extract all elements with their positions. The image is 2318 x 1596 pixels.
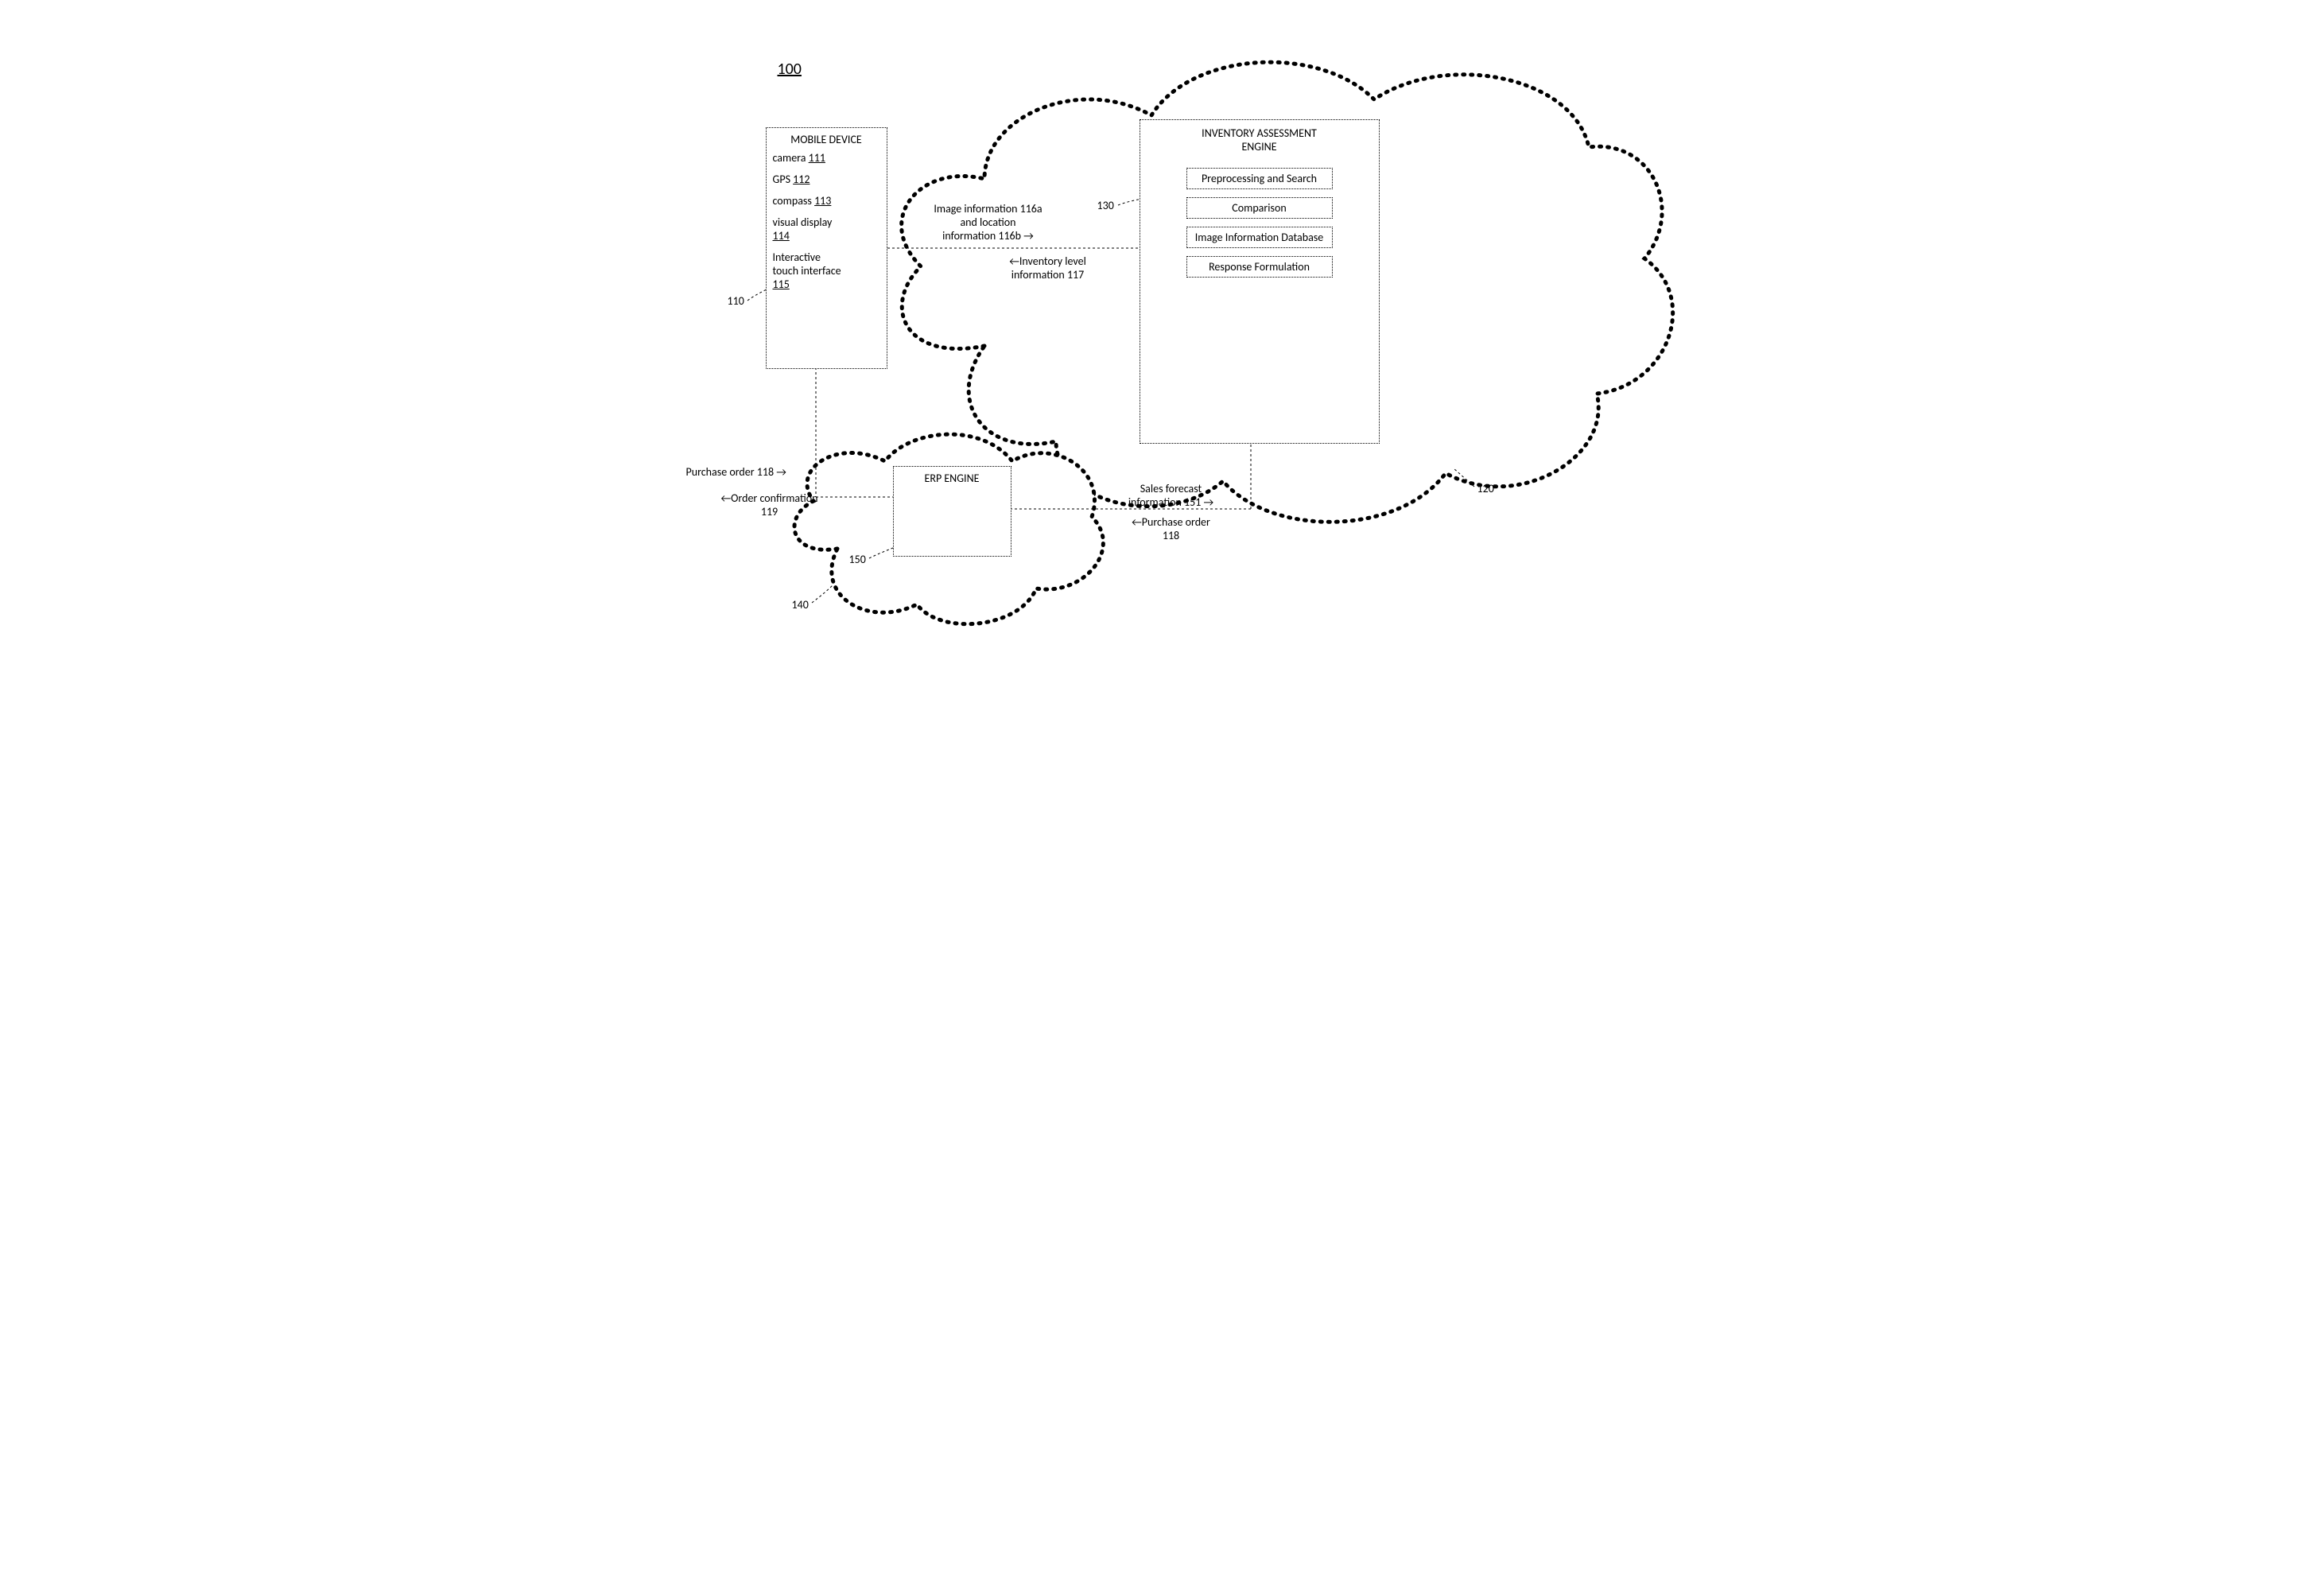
flow-order-confirmation: Order confirmation 119 (690, 491, 849, 518)
sub-image-db: Image Information Database (1186, 227, 1333, 248)
sub-response: Response Formulation (1186, 256, 1333, 278)
display-label: visual display (773, 216, 880, 229)
inventory-engine-box: INVENTORY ASSESSMENT ENGINE Preprocessin… (1140, 119, 1380, 444)
display-row: visual display 114 (773, 216, 880, 243)
flow-img-l1: Image information 116a (889, 202, 1088, 216)
camera-label: camera (773, 151, 809, 165)
ref-120: 120 (1477, 482, 1494, 495)
sub-comparison: Comparison (1186, 197, 1333, 219)
flow-inv-l2: information 117 (961, 268, 1136, 282)
flow-po2-l2: 118 (1092, 529, 1251, 542)
flow-inventory-level: Inventory level information 117 (961, 254, 1136, 282)
gps-row: GPS 112 (773, 173, 880, 186)
ref-110: 110 (728, 294, 744, 308)
touch-label2: touch interface (773, 264, 880, 278)
flow-po2-l1: Purchase order (1092, 515, 1251, 529)
flow-img-l3: information 116b (889, 229, 1088, 243)
sub-preprocessing: Preprocessing and Search (1186, 168, 1333, 189)
engine-title2: ENGINE (1148, 140, 1371, 153)
camera-row: camera 111 (773, 151, 880, 165)
flow-sf-l2: information 151 (1092, 495, 1251, 509)
mobile-device-box: MOBILE DEVICE camera 111 GPS 112 compass… (766, 127, 887, 369)
ref-150: 150 (849, 553, 866, 566)
touch-row: Interactive touch interface 115 (773, 250, 880, 291)
compass-ref: 113 (814, 194, 831, 208)
flow-img-l2: and location (889, 216, 1088, 229)
diagram-canvas: 100 MOBILE DEVICE camera 111 GPS (650, 0, 1668, 700)
flow-sales-forecast: Sales forecast information 151 (1092, 482, 1251, 509)
erp-title: ERP ENGINE (899, 472, 1006, 485)
erp-engine-box: ERP ENGINE (893, 466, 1011, 557)
touch-label1: Interactive (773, 250, 880, 264)
ref-130: 130 (1097, 199, 1114, 212)
flow-conf-l1: Order confirmation (690, 491, 849, 505)
compass-row: compass 113 (773, 194, 880, 208)
mobile-device-title: MOBILE DEVICE (773, 133, 880, 146)
flow-conf-l2: 119 (690, 505, 849, 518)
compass-label: compass (773, 194, 815, 208)
flow-purchase-order-2: Purchase order 118 (1092, 515, 1251, 542)
flow-inv-l1: Inventory level (961, 254, 1136, 268)
flow-sf-l1: Sales forecast (1092, 482, 1251, 495)
engine-title1: INVENTORY ASSESSMENT (1148, 126, 1371, 140)
gps-label: GPS (773, 173, 794, 186)
display-ref: 114 (773, 229, 880, 243)
gps-ref: 112 (793, 173, 810, 186)
flow-image-info: Image information 116a and location info… (889, 202, 1088, 243)
ref-140: 140 (792, 598, 809, 612)
camera-ref: 111 (809, 151, 825, 165)
flow-purchase-order-1: Purchase order 118 (686, 465, 786, 479)
touch-ref: 115 (773, 278, 880, 291)
